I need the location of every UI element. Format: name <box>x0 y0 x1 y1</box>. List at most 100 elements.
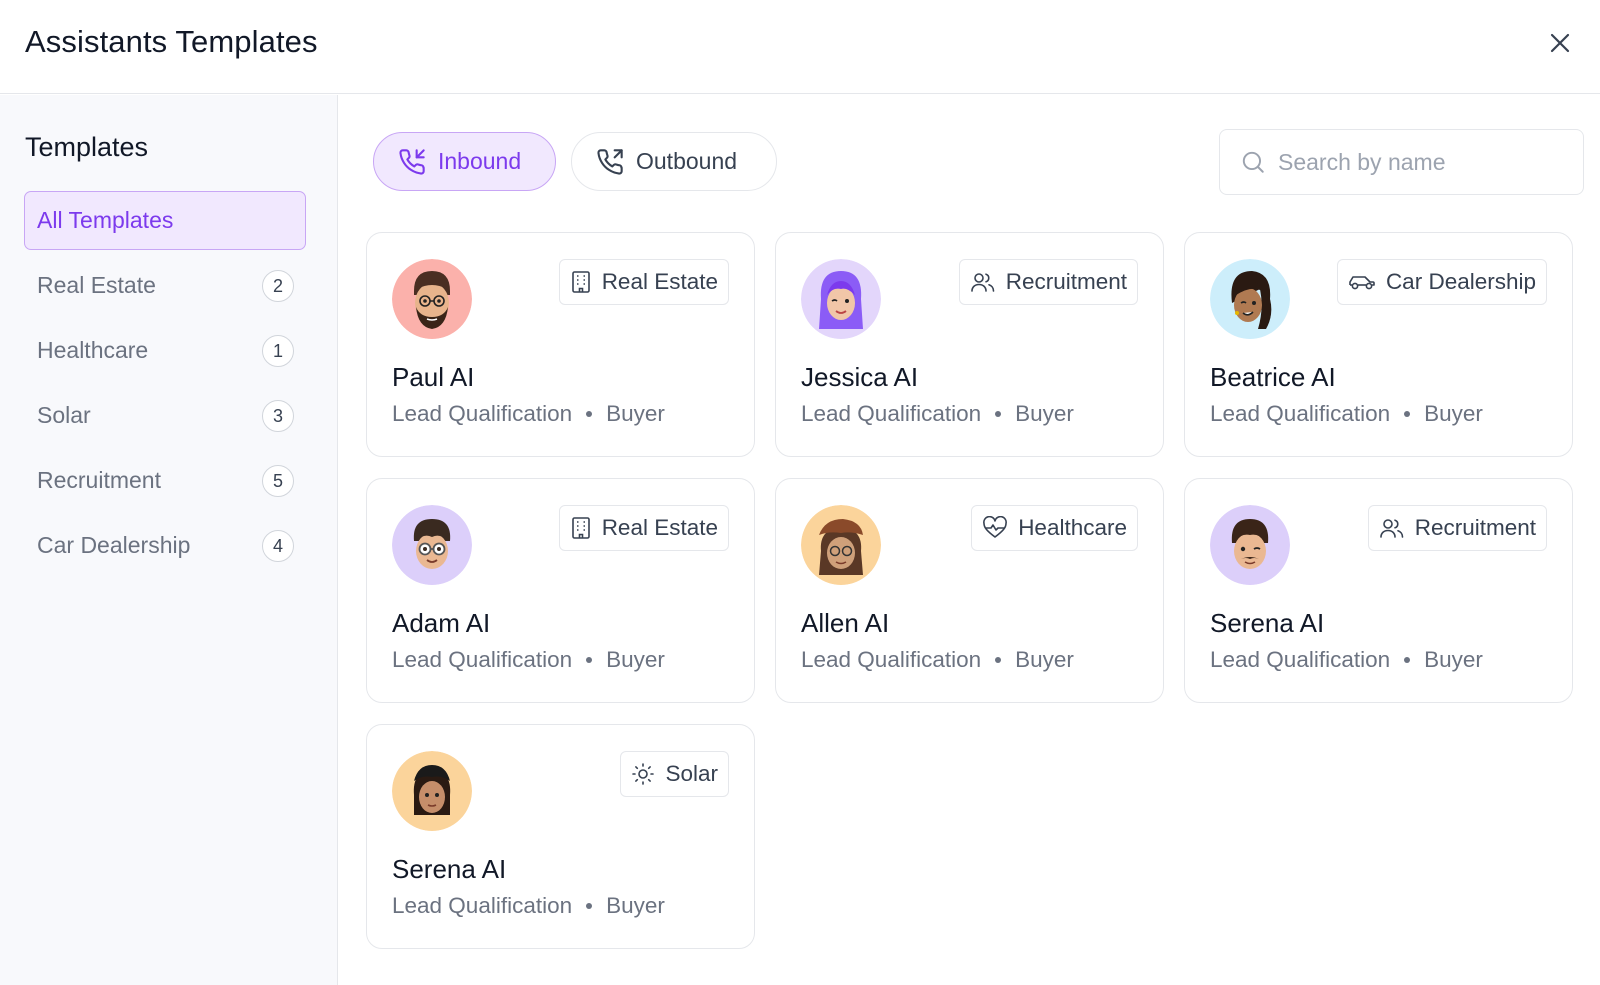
assistant-meta: Lead Qualification Buyer <box>392 647 665 673</box>
count-badge: 4 <box>262 530 294 562</box>
assistant-role: Buyer <box>606 893 665 918</box>
sidebar-item-label: All Templates <box>37 207 174 233</box>
sidebar-item-label: Recruitment <box>37 467 161 493</box>
category-tag: Recruitment <box>1367 505 1547 551</box>
close-icon <box>1550 33 1570 53</box>
search-input[interactable] <box>1278 148 1558 176</box>
assistant-name: Serena AI <box>1210 608 1325 638</box>
users-icon <box>1379 516 1405 540</box>
inbound-label: Inbound <box>438 148 522 174</box>
modal-header: Assistants Templates <box>0 0 1600 94</box>
sidebar-item-recruitment[interactable]: Recruitment 5 <box>24 451 306 510</box>
sidebar-item-all-templates[interactable]: All Templates <box>24 191 306 250</box>
assistant-name: Beatrice AI <box>1210 362 1336 392</box>
category-tag: Healthcare <box>971 505 1138 551</box>
assistant-type: Lead Qualification <box>1210 647 1391 672</box>
template-card-serena-recruitment[interactable]: Recruitment Serena AI Lead Qualification… <box>1184 478 1573 703</box>
car-icon <box>1348 271 1376 293</box>
assistant-meta: Lead Qualification Buyer <box>1210 401 1483 427</box>
sidebar-heading: Templates <box>25 132 149 162</box>
tag-label: Recruitment <box>1414 515 1536 540</box>
heart-pulse-icon <box>982 516 1008 540</box>
avatar <box>1210 505 1290 585</box>
building-icon <box>570 270 592 294</box>
count-badge: 2 <box>262 270 294 302</box>
separator-dot <box>1404 411 1411 417</box>
assistant-type: Lead Qualification <box>392 893 573 918</box>
template-card-jessica[interactable]: Recruitment Jessica AI Lead Qualificatio… <box>775 232 1164 457</box>
tag-label: Healthcare <box>1018 515 1127 540</box>
assistant-type: Lead Qualification <box>392 647 573 672</box>
avatar <box>801 505 881 585</box>
assistant-role: Buyer <box>1424 401 1483 426</box>
sidebar-item-label: Solar <box>37 402 91 428</box>
assistant-meta: Lead Qualification Buyer <box>801 401 1074 427</box>
separator-dot <box>586 903 593 909</box>
assistant-meta: Lead Qualification Buyer <box>1210 647 1483 673</box>
count-badge: 5 <box>262 465 294 497</box>
search-box[interactable] <box>1219 129 1584 195</box>
assistant-type: Lead Qualification <box>1210 401 1391 426</box>
phone-outgoing-icon <box>596 148 624 176</box>
sidebar-item-label: Healthcare <box>37 337 149 363</box>
avatar <box>801 259 881 339</box>
modal-title: Assistants Templates <box>25 24 318 59</box>
assistant-name: Paul AI <box>392 362 475 392</box>
separator-dot <box>586 657 593 663</box>
separator-dot <box>586 411 593 417</box>
category-tag: Car Dealership <box>1336 259 1547 305</box>
template-card-allen[interactable]: Healthcare Allen AI Lead Qualification B… <box>775 478 1164 703</box>
tag-label: Real Estate <box>601 269 718 294</box>
assistant-type: Lead Qualification <box>392 401 573 426</box>
assistant-type: Lead Qualification <box>801 401 982 426</box>
category-tag: Recruitment <box>958 259 1138 305</box>
template-card-serena-solar[interactable]: Solar Serena AI Lead Qualification Buyer <box>366 724 755 949</box>
sidebar: Templates All Templates Real Estate 2 He… <box>0 95 338 985</box>
assistant-role: Buyer <box>1015 401 1074 426</box>
sidebar-item-solar[interactable]: Solar 3 <box>24 386 306 445</box>
outbound-label: Outbound <box>636 148 738 174</box>
template-card-paul[interactable]: Real Estate Paul AI Lead Qualification B… <box>366 232 755 457</box>
avatar <box>392 505 472 585</box>
assistant-meta: Lead Qualification Buyer <box>801 647 1074 673</box>
assistant-role: Buyer <box>606 647 665 672</box>
template-card-adam[interactable]: Real Estate Adam AI Lead Qualification B… <box>366 478 755 703</box>
category-tag: Real Estate <box>558 505 729 551</box>
separator-dot <box>995 411 1002 417</box>
assistant-role: Buyer <box>1424 647 1483 672</box>
separator-dot <box>995 657 1002 663</box>
sidebar-item-real-estate[interactable]: Real Estate 2 <box>24 256 306 315</box>
close-button[interactable] <box>1543 26 1577 60</box>
tag-label: Real Estate <box>601 515 718 540</box>
assistant-meta: Lead Qualification Buyer <box>392 401 665 427</box>
outbound-toggle[interactable]: Outbound <box>571 132 777 191</box>
tag-label: Car Dealership <box>1385 269 1536 294</box>
category-tag: Solar <box>620 751 729 797</box>
search-icon <box>1240 149 1266 175</box>
avatar <box>1210 259 1290 339</box>
main-content: Inbound Outbound Search by name Real Est… <box>340 95 1600 985</box>
assistant-name: Allen AI <box>801 608 890 638</box>
tag-label: Solar <box>665 761 718 786</box>
assistant-meta: Lead Qualification Buyer <box>392 893 665 919</box>
sidebar-item-label: Car Dealership <box>37 532 191 558</box>
template-card-beatrice[interactable]: Car Dealership Beatrice AI Lead Qualific… <box>1184 232 1573 457</box>
assistant-role: Buyer <box>606 401 665 426</box>
sidebar-item-car-dealership[interactable]: Car Dealership 4 <box>24 516 306 575</box>
avatar <box>392 259 472 339</box>
inbound-toggle[interactable]: Inbound <box>373 132 556 191</box>
category-tag: Real Estate <box>558 259 729 305</box>
assistant-role: Buyer <box>1015 647 1074 672</box>
count-badge: 3 <box>262 400 294 432</box>
phone-incoming-icon <box>398 148 426 176</box>
tag-label: Recruitment <box>1005 269 1127 294</box>
users-icon <box>970 270 996 294</box>
building-icon <box>570 516 592 540</box>
sidebar-item-label: Real Estate <box>37 272 156 298</box>
sidebar-item-healthcare[interactable]: Healthcare 1 <box>24 321 306 380</box>
assistant-name: Jessica AI <box>801 362 919 392</box>
assistant-name: Serena AI <box>392 854 507 884</box>
avatar <box>392 751 472 831</box>
assistant-type: Lead Qualification <box>801 647 982 672</box>
assistant-name: Adam AI <box>392 608 491 638</box>
